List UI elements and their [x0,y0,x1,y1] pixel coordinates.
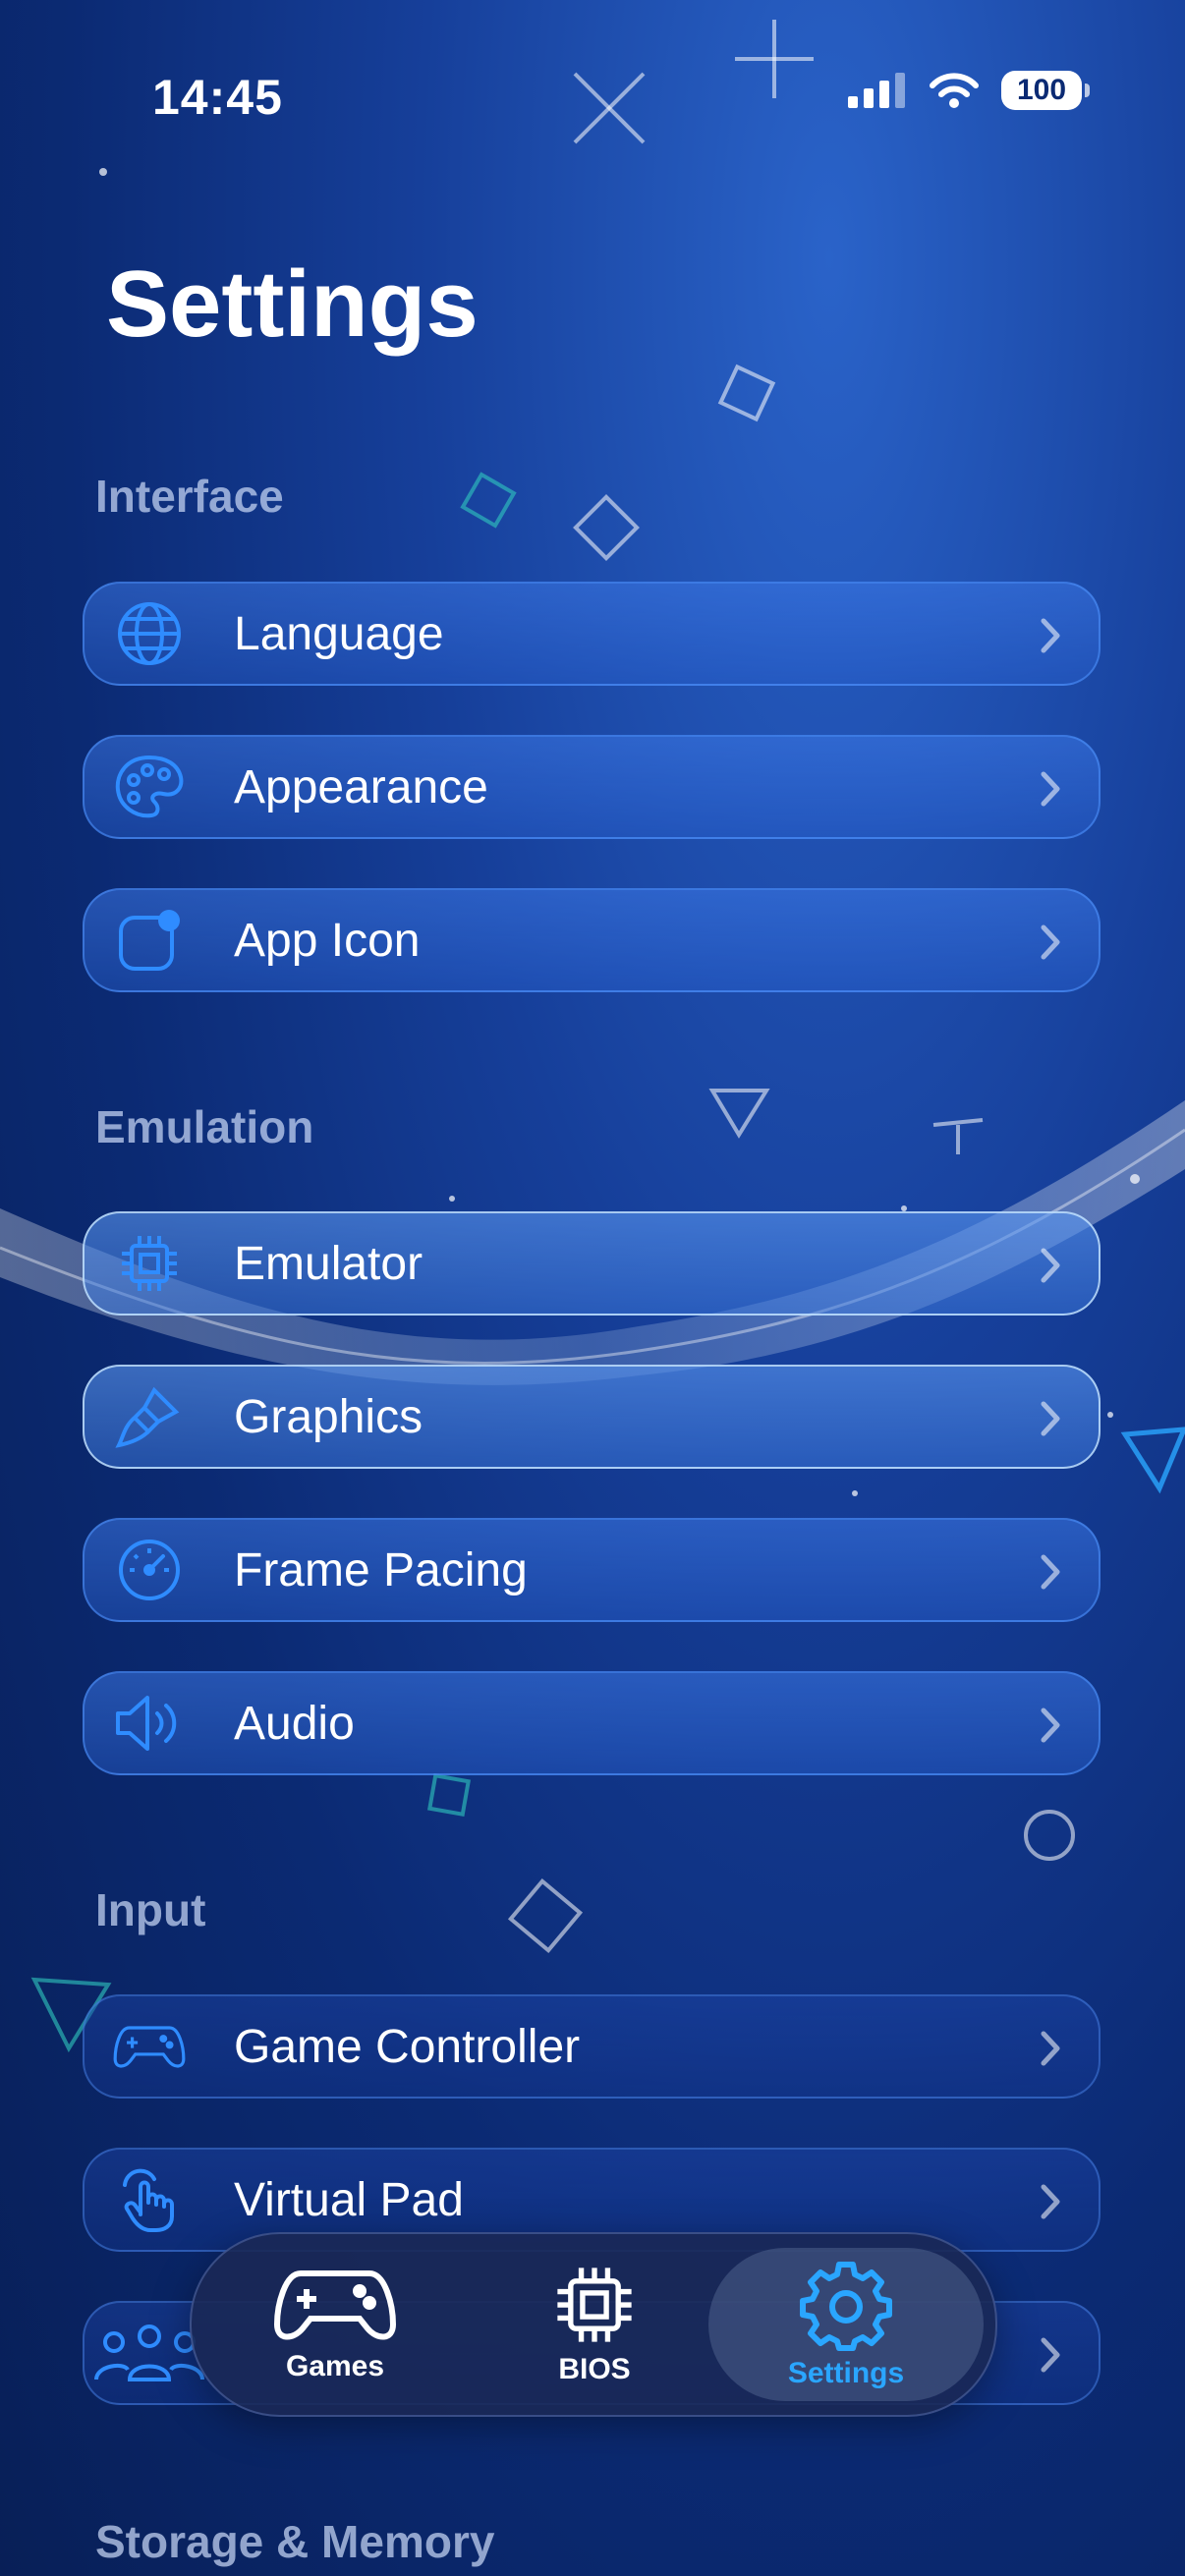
battery-indicator: 100 [1001,71,1090,110]
row-label: Appearance [234,760,488,813]
chevron-right-icon [1041,2184,1060,2219]
row-label: Virtual Pad [234,2173,464,2226]
section-header-emulation: Emulation [95,1101,314,1152]
chip-icon [557,2268,632,2342]
tab-games[interactable]: Games [198,2248,473,2401]
chevron-right-icon [1041,618,1060,653]
chevron-right-icon [1041,771,1060,807]
globe-icon [112,596,187,671]
chevron-right-icon [1041,2031,1060,2066]
chevron-right-icon [1041,1248,1060,1283]
wifi-icon [930,73,979,108]
chevron-right-icon [1041,2337,1060,2373]
page-title: Settings [106,252,479,357]
chip-icon [112,1226,187,1301]
status-bar: 14:45 100 [0,0,1185,196]
tab-label: Settings [787,2357,905,2389]
gear-icon [800,2262,892,2351]
paintbrush-icon [112,1379,187,1454]
tab-bios[interactable]: BIOS [457,2248,732,2401]
tab-label: Games [285,2350,385,2382]
tab-bar: Games BIOS Settings [190,2232,997,2417]
palette-icon [112,750,187,824]
chevron-right-icon [1041,924,1060,960]
settings-row-audio[interactable]: Audio [83,1671,1100,1775]
settings-row-graphics[interactable]: Graphics [83,1365,1100,1469]
gamepad-icon [112,2009,187,2084]
hand-tap-icon [112,2162,187,2237]
settings-row-frame-pacing[interactable]: Frame Pacing [83,1518,1100,1622]
settings-row-language[interactable]: Language [83,582,1100,686]
row-label: Game Controller [234,2020,581,2073]
section-header-storage-memory: Storage & Memory [95,2516,495,2567]
settings-row-game-controller[interactable]: Game Controller [83,1994,1100,2099]
tab-settings[interactable]: Settings [708,2248,984,2401]
speaker-icon [112,1686,187,1761]
row-label: Emulator [234,1237,423,1290]
row-label: Frame Pacing [234,1543,528,1596]
row-label: Language [234,607,444,660]
tab-label: BIOS [558,2353,631,2385]
row-label: Audio [234,1697,355,1750]
chevron-right-icon [1041,1708,1060,1743]
status-icons: 100 [848,71,1090,110]
chevron-right-icon [1041,1554,1060,1590]
gamepad-icon [273,2270,397,2340]
settings-row-app-icon[interactable]: App Icon [83,888,1100,992]
section-header-interface: Interface [95,471,284,522]
settings-row-emulator[interactable]: Emulator [83,1211,1100,1316]
gauge-icon [112,1533,187,1607]
app-icon-badge-icon [112,903,187,978]
chevron-right-icon [1041,1401,1060,1436]
clock: 14:45 [152,70,283,125]
settings-row-appearance[interactable]: Appearance [83,735,1100,839]
section-header-input: Input [95,1884,206,1935]
cellular-signal-icon [848,73,905,108]
row-label: App Icon [234,914,421,967]
row-label: Graphics [234,1390,423,1443]
